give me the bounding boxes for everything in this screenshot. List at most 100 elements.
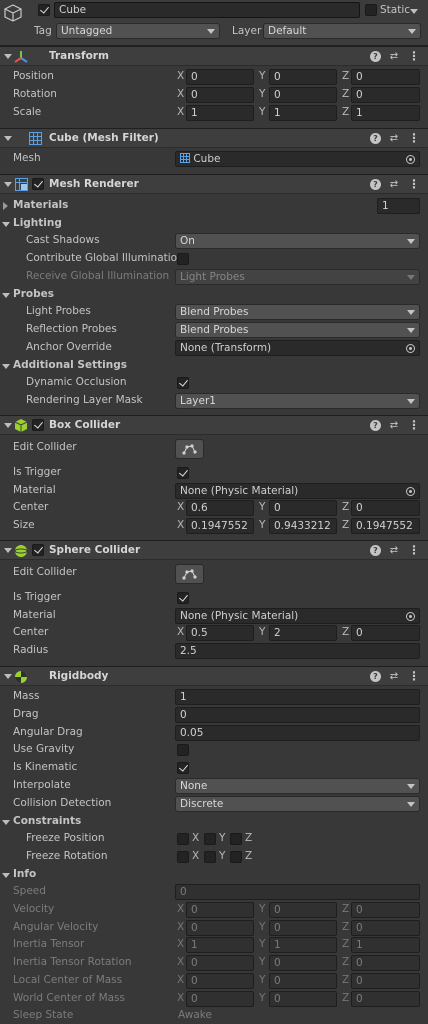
- angular-drag-field[interactable]: 0.05: [175, 725, 420, 741]
- scale-y-field[interactable]: 1: [269, 105, 337, 121]
- light-probes-dropdown[interactable]: Blend Probes: [175, 304, 420, 320]
- lighting-label[interactable]: Lighting: [13, 217, 62, 229]
- kebab-menu-icon[interactable]: ⋮: [408, 670, 420, 683]
- freeze-rotation-x-checkbox[interactable]: [177, 851, 189, 863]
- interpolate-dropdown[interactable]: None: [175, 778, 420, 794]
- freeze-position-x-checkbox[interactable]: [177, 833, 189, 845]
- additional-settings-label[interactable]: Additional Settings: [13, 359, 127, 371]
- layer-dropdown[interactable]: Default: [263, 23, 421, 39]
- reflection-probes-dropdown[interactable]: Blend Probes: [175, 322, 420, 338]
- center-z-field[interactable]: 0: [351, 500, 420, 516]
- z-axis-label[interactable]: Z: [342, 501, 349, 513]
- foldout-icon[interactable]: [4, 548, 12, 553]
- scale-label[interactable]: Scale: [13, 106, 41, 118]
- mesh-renderer-header[interactable]: Mesh Renderer ? ⇄ ⋮: [0, 174, 428, 194]
- center-z-field[interactable]: 0: [351, 625, 420, 641]
- z-axis-label[interactable]: Z: [342, 626, 349, 638]
- mesh-object-field[interactable]: Cube: [175, 151, 420, 167]
- preset-icon[interactable]: ⇄: [388, 544, 400, 557]
- object-picker-icon[interactable]: [406, 155, 415, 164]
- is-trigger-checkbox[interactable]: [177, 467, 189, 479]
- component-enabled-checkbox[interactable]: [32, 178, 44, 190]
- preset-icon[interactable]: ⇄: [388, 132, 400, 145]
- contribute-gi-checkbox[interactable]: [177, 253, 189, 265]
- rendering-layer-mask-dropdown[interactable]: Layer1: [175, 393, 420, 409]
- object-picker-icon[interactable]: [406, 487, 415, 496]
- scale-x-field[interactable]: 1: [186, 105, 254, 121]
- static-label[interactable]: Static: [380, 4, 410, 16]
- center-y-field[interactable]: 2: [269, 625, 337, 641]
- help-icon[interactable]: ?: [370, 51, 381, 62]
- materials-label[interactable]: Materials: [13, 199, 68, 211]
- object-picker-icon[interactable]: [406, 612, 415, 621]
- rotation-x-field[interactable]: 0: [186, 87, 254, 103]
- foldout-icon[interactable]: [2, 293, 10, 298]
- edit-collider-button[interactable]: [175, 439, 204, 459]
- position-x-field[interactable]: 0: [186, 69, 254, 85]
- mass-label[interactable]: Mass: [13, 690, 39, 702]
- material-field[interactable]: None (Physic Material): [175, 608, 420, 624]
- x-axis-label[interactable]: X: [177, 519, 184, 531]
- z-axis-label[interactable]: Z: [342, 70, 349, 82]
- x-axis-label[interactable]: X: [177, 106, 184, 118]
- rotation-z-field[interactable]: 0: [351, 87, 420, 103]
- y-axis-label[interactable]: Y: [259, 88, 265, 100]
- center-x-field[interactable]: 0.5: [186, 625, 254, 641]
- size-x-field[interactable]: 0.1947552: [186, 518, 254, 534]
- help-icon[interactable]: ?: [370, 420, 381, 431]
- freeze-rotation-y-checkbox[interactable]: [204, 851, 216, 863]
- cast-shadows-dropdown[interactable]: On: [175, 233, 420, 249]
- x-axis-label[interactable]: X: [177, 70, 184, 82]
- radius-label[interactable]: Radius: [13, 644, 48, 656]
- mesh-filter-header[interactable]: Cube (Mesh Filter) ? ⇄ ⋮: [0, 128, 428, 148]
- static-dropdown-icon[interactable]: [410, 9, 418, 14]
- receive-gi-dropdown[interactable]: Light Probes: [175, 269, 420, 285]
- probes-label[interactable]: Probes: [13, 288, 54, 300]
- foldout-right-icon[interactable]: [3, 202, 8, 210]
- freeze-rotation-z-checkbox[interactable]: [230, 851, 242, 863]
- mass-field[interactable]: 1: [175, 689, 420, 705]
- z-axis-label[interactable]: Z: [342, 88, 349, 100]
- object-name-field[interactable]: Cube: [54, 2, 360, 18]
- freeze-position-y-checkbox[interactable]: [204, 833, 216, 845]
- sphere-collider-header[interactable]: Sphere Collider ? ⇄ ⋮: [0, 540, 428, 560]
- y-axis-label[interactable]: Y: [259, 70, 265, 82]
- materials-size-field[interactable]: 1: [377, 198, 420, 214]
- y-axis-label[interactable]: Y: [259, 501, 265, 513]
- component-enabled-checkbox[interactable]: [32, 544, 44, 556]
- position-z-field[interactable]: 0: [351, 69, 420, 85]
- preset-icon[interactable]: ⇄: [388, 50, 400, 63]
- anchor-override-field[interactable]: None (Transform): [175, 340, 420, 356]
- foldout-icon[interactable]: [4, 54, 12, 59]
- kebab-menu-icon[interactable]: ⋮: [408, 50, 420, 63]
- help-icon[interactable]: ?: [370, 133, 381, 144]
- size-y-field[interactable]: 0.9433212: [269, 518, 337, 534]
- box-collider-header[interactable]: Box Collider ? ⇄ ⋮: [0, 415, 428, 435]
- freeze-position-z-checkbox[interactable]: [230, 833, 242, 845]
- rotation-y-field[interactable]: 0: [269, 87, 337, 103]
- kebab-menu-icon[interactable]: ⋮: [408, 178, 420, 191]
- preset-icon[interactable]: ⇄: [388, 670, 400, 683]
- preset-icon[interactable]: ⇄: [388, 178, 400, 191]
- help-icon[interactable]: ?: [370, 545, 381, 556]
- material-field[interactable]: None (Physic Material): [175, 483, 420, 499]
- y-axis-label[interactable]: Y: [259, 106, 265, 118]
- kebab-menu-icon[interactable]: ⋮: [408, 132, 420, 145]
- object-picker-icon[interactable]: [406, 344, 415, 353]
- center-x-field[interactable]: 0.6: [186, 500, 254, 516]
- z-axis-label[interactable]: Z: [342, 106, 349, 118]
- info-label[interactable]: Info: [13, 868, 36, 880]
- x-axis-label[interactable]: X: [177, 501, 184, 513]
- foldout-icon[interactable]: [2, 820, 10, 825]
- foldout-icon[interactable]: [4, 136, 12, 141]
- foldout-icon[interactable]: [4, 182, 12, 187]
- use-gravity-checkbox[interactable]: [177, 744, 189, 756]
- tag-dropdown[interactable]: Untagged: [56, 23, 220, 39]
- center-label[interactable]: Center: [13, 501, 48, 513]
- transform-header[interactable]: Transform ? ⇄ ⋮: [0, 46, 428, 66]
- center-y-field[interactable]: 0: [269, 500, 337, 516]
- y-axis-label[interactable]: Y: [259, 519, 265, 531]
- size-label[interactable]: Size: [13, 519, 35, 531]
- scale-z-field[interactable]: 1: [351, 105, 420, 121]
- collision-detection-dropdown[interactable]: Discrete: [175, 796, 420, 812]
